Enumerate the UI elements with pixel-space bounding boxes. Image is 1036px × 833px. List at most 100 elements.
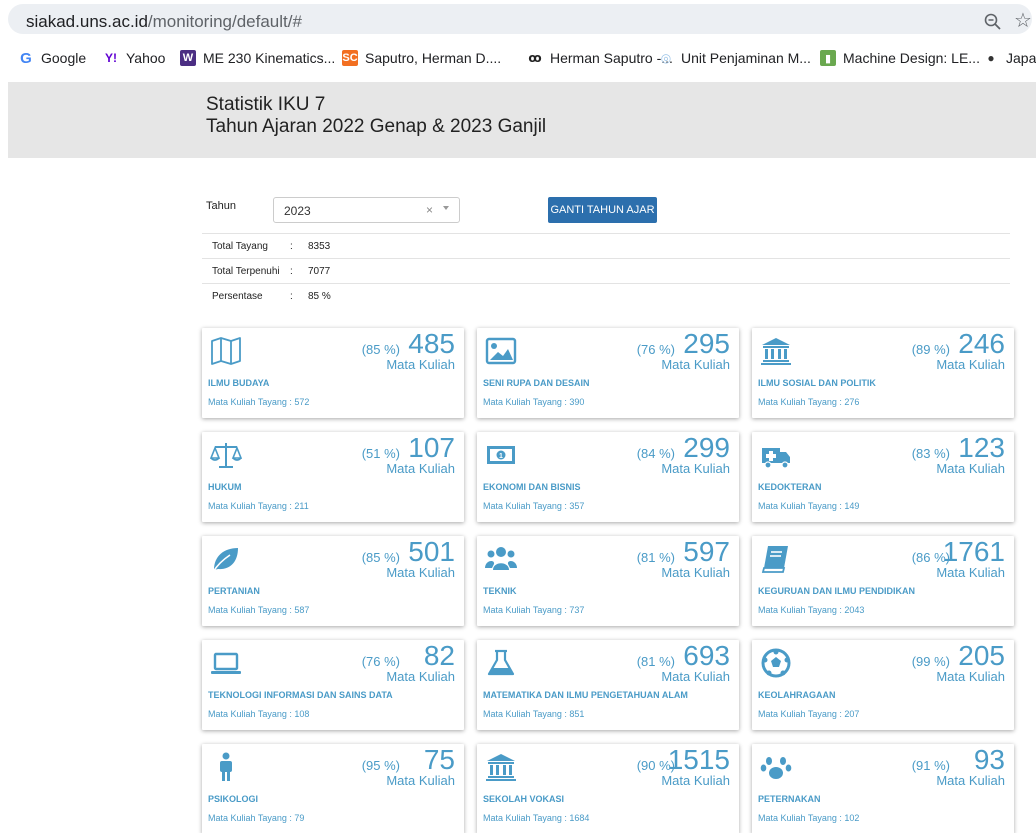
ganti-tahun-ajar-button[interactable]: GANTI TAHUN AJAR — [548, 197, 657, 223]
faculty-percentage: (89 %) — [911, 342, 950, 357]
faculty-count: 75 — [423, 744, 455, 775]
tahun-select[interactable]: 2023 × — [273, 197, 460, 223]
bookmark-item[interactable]: G Google — [18, 48, 86, 68]
faculty-card[interactable]: (91 %) 93 Mata Kuliah PETERNAKAN Mata Kuliah… — [752, 744, 1014, 833]
url-text[interactable]: siakad.uns.ac.id/monitoring/default/# — [26, 12, 302, 32]
ambulance-icon — [760, 440, 792, 470]
bookmark-label: Google — [41, 50, 87, 66]
faculty-count: 107 — [408, 432, 455, 463]
faculty-name[interactable]: KEDOKTERAN — [758, 482, 822, 492]
caret-down-icon[interactable] — [443, 206, 449, 210]
faculty-percentage: (85 %) — [361, 550, 400, 565]
faculty-count: 295 — [683, 328, 730, 359]
faculty-card[interactable]: (89 %) 246 Mata Kuliah ILMU SOSIAL DAN POLI… — [752, 328, 1014, 418]
faculty-card[interactable]: (83 %) 123 Mata Kuliah KEDOKTERAN Mata Kulia… — [752, 432, 1014, 522]
faculty-name[interactable]: MATEMATIKA DAN ILMU PENGETAHUAN ALAM — [483, 690, 688, 700]
bookmark-item[interactable]: ꝏ Herman Saputro -... — [527, 48, 673, 68]
clear-icon[interactable]: × — [426, 203, 433, 217]
uw-icon: W — [180, 50, 196, 66]
svg-text:1: 1 — [499, 453, 503, 460]
faculty-card[interactable]: (76 %) 82 Mata Kuliah TEKNOLOGI INFORMASI D… — [202, 640, 464, 730]
faculty-name[interactable]: EKONOMI DAN BISNIS — [483, 482, 581, 492]
page-header: Statistik IKU 7 Tahun Ajaran 2022 Genap … — [8, 82, 1036, 158]
faculty-count: 501 — [408, 536, 455, 567]
faculty-tayang: Mata Kuliah Tayang : 737 — [483, 605, 585, 615]
male-icon — [210, 752, 242, 782]
faculty-card[interactable]: 1 (84 %) 299 Mata Kuliah EKONOMI DAN BISNIS M… — [477, 432, 739, 522]
users-icon — [485, 544, 517, 574]
soccer-ball-icon — [760, 648, 792, 678]
faculty-card[interactable]: (81 %) 597 Mata Kuliah TEKNIK Mata Kuliah Ta… — [477, 536, 739, 626]
bookmarks-bar: G Google Y! Yahoo W ME 230 Kinematics... SC Sap… — [0, 42, 1036, 74]
stat-separator: : — [290, 291, 293, 302]
faculty-tayang: Mata Kuliah Tayang : 79 — [208, 813, 305, 823]
faculty-card[interactable]: (51 %) 107 Mata Kuliah HUKUM Mata Kuliah Tay… — [202, 432, 464, 522]
faculty-name[interactable]: KEGURUAN DAN ILMU PENDIDIKAN — [758, 586, 915, 596]
map-icon — [210, 336, 242, 366]
bookmark-item[interactable]: ◎ Unit Penjaminan M... — [658, 48, 811, 68]
faculty-card[interactable]: (99 %) 205 Mata Kuliah KEOLAHRAGAAN Mata Kul… — [752, 640, 1014, 730]
faculty-tayang: Mata Kuliah Tayang : 207 — [758, 709, 860, 719]
faculty-card[interactable]: (85 %) 501 Mata Kuliah PERTANIAN Mata Kuliah… — [202, 536, 464, 626]
faculty-name[interactable]: KEOLAHRAGAAN — [758, 690, 836, 700]
faculty-count: 1515 — [667, 744, 730, 775]
faculty-unit-label: Mata Kuliah — [661, 669, 730, 684]
faculty-unit-label: Mata Kuliah — [386, 565, 455, 580]
bookmark-item[interactable]: ▮ Machine Design: LE... — [820, 48, 980, 68]
faculty-name[interactable]: SEKOLAH VOKASI — [483, 794, 564, 804]
bookmark-item[interactable]: ● Japan — [983, 48, 1036, 68]
faculty-tayang: Mata Kuliah Tayang : 587 — [208, 605, 310, 615]
institution-icon — [485, 752, 517, 782]
bookmark-star-icon[interactable]: ☆ — [1014, 11, 1032, 31]
faculty-name[interactable]: HUKUM — [208, 482, 242, 492]
institution-icon — [760, 336, 792, 366]
bookmark-label: Unit Penjaminan M... — [681, 50, 811, 66]
faculty-unit-label: Mata Kuliah — [386, 357, 455, 372]
faculty-percentage: (91 %) — [911, 758, 950, 773]
faculty-unit-label: Mata Kuliah — [386, 461, 455, 476]
researchgate-icon: ꝏ — [528, 51, 542, 65]
faculty-unit-label: Mata Kuliah — [936, 357, 1005, 372]
faculty-card[interactable]: (81 %) 693 Mata Kuliah MATEMATIKA DAN ILMU … — [477, 640, 739, 730]
faculty-name[interactable]: TEKNIK — [483, 586, 517, 596]
faculty-percentage: (81 %) — [636, 550, 675, 565]
faculty-count: 1761 — [942, 536, 1005, 567]
faculty-percentage: (51 %) — [361, 446, 400, 461]
stat-value: 7077 — [308, 266, 331, 277]
bookmark-item[interactable]: W ME 230 Kinematics... — [180, 48, 335, 68]
faculty-name[interactable]: SENI RUPA DAN DESAIN — [483, 378, 590, 388]
faculty-tayang: Mata Kuliah Tayang : 1684 — [483, 813, 590, 823]
zoom-out-icon[interactable] — [984, 13, 1002, 31]
faculty-name[interactable]: TEKNOLOGI INFORMASI DAN SAINS DATA — [208, 690, 393, 700]
image-icon — [485, 336, 517, 366]
faculty-card[interactable]: (90 %) 1515 Mata Kuliah SEKOLAH VOKASI Mata … — [477, 744, 739, 833]
faculty-card[interactable]: (95 %) 75 Mata Kuliah PSIKOLOGI Mata Kuliah … — [202, 744, 464, 833]
globe-icon: ● — [987, 51, 995, 65]
tahun-label: Tahun — [206, 200, 236, 212]
paw-icon — [760, 752, 792, 782]
page-title: Statistik IKU 7 — [206, 94, 326, 115]
faculty-card[interactable]: (86 %) 1761 Mata Kuliah KEGURUAN DAN ILMU P… — [752, 536, 1014, 626]
faculty-card[interactable]: (76 %) 295 Mata Kuliah SENI RUPA DAN DESAIN… — [477, 328, 739, 418]
faculty-percentage: (95 %) — [361, 758, 400, 773]
faculty-name[interactable]: PSIKOLOGI — [208, 794, 258, 804]
faculty-name[interactable]: ILMU SOSIAL DAN POLITIK — [758, 378, 876, 388]
faculty-tayang: Mata Kuliah Tayang : 572 — [208, 397, 310, 407]
faculty-percentage: (84 %) — [636, 446, 675, 461]
faculty-unit-label: Mata Kuliah — [936, 773, 1005, 788]
stat-key: Persentase — [212, 291, 263, 302]
faculty-unit-label: Mata Kuliah — [936, 565, 1005, 580]
bookmark-item[interactable]: SC Saputro, Herman D.... — [342, 48, 501, 68]
bookmark-item[interactable]: Y! Yahoo — [103, 48, 165, 68]
stat-value: 85 % — [308, 291, 331, 302]
faculty-name[interactable]: PETERNAKAN — [758, 794, 821, 804]
address-bar[interactable]: siakad.uns.ac.id/monitoring/default/# ☆ — [8, 4, 1032, 34]
bookmark-label: Herman Saputro -... — [550, 50, 673, 66]
faculty-name[interactable]: PERTANIAN — [208, 586, 260, 596]
faculty-name[interactable]: ILMU BUDAYA — [208, 378, 269, 388]
sc-icon: SC — [342, 50, 358, 66]
faculty-tayang: Mata Kuliah Tayang : 851 — [483, 709, 585, 719]
yahoo-icon: Y! — [105, 51, 117, 65]
bookmark-label: Saputro, Herman D.... — [365, 50, 502, 66]
faculty-card[interactable]: (85 %) 485 Mata Kuliah ILMU BUDAYA Mata Kuli… — [202, 328, 464, 418]
